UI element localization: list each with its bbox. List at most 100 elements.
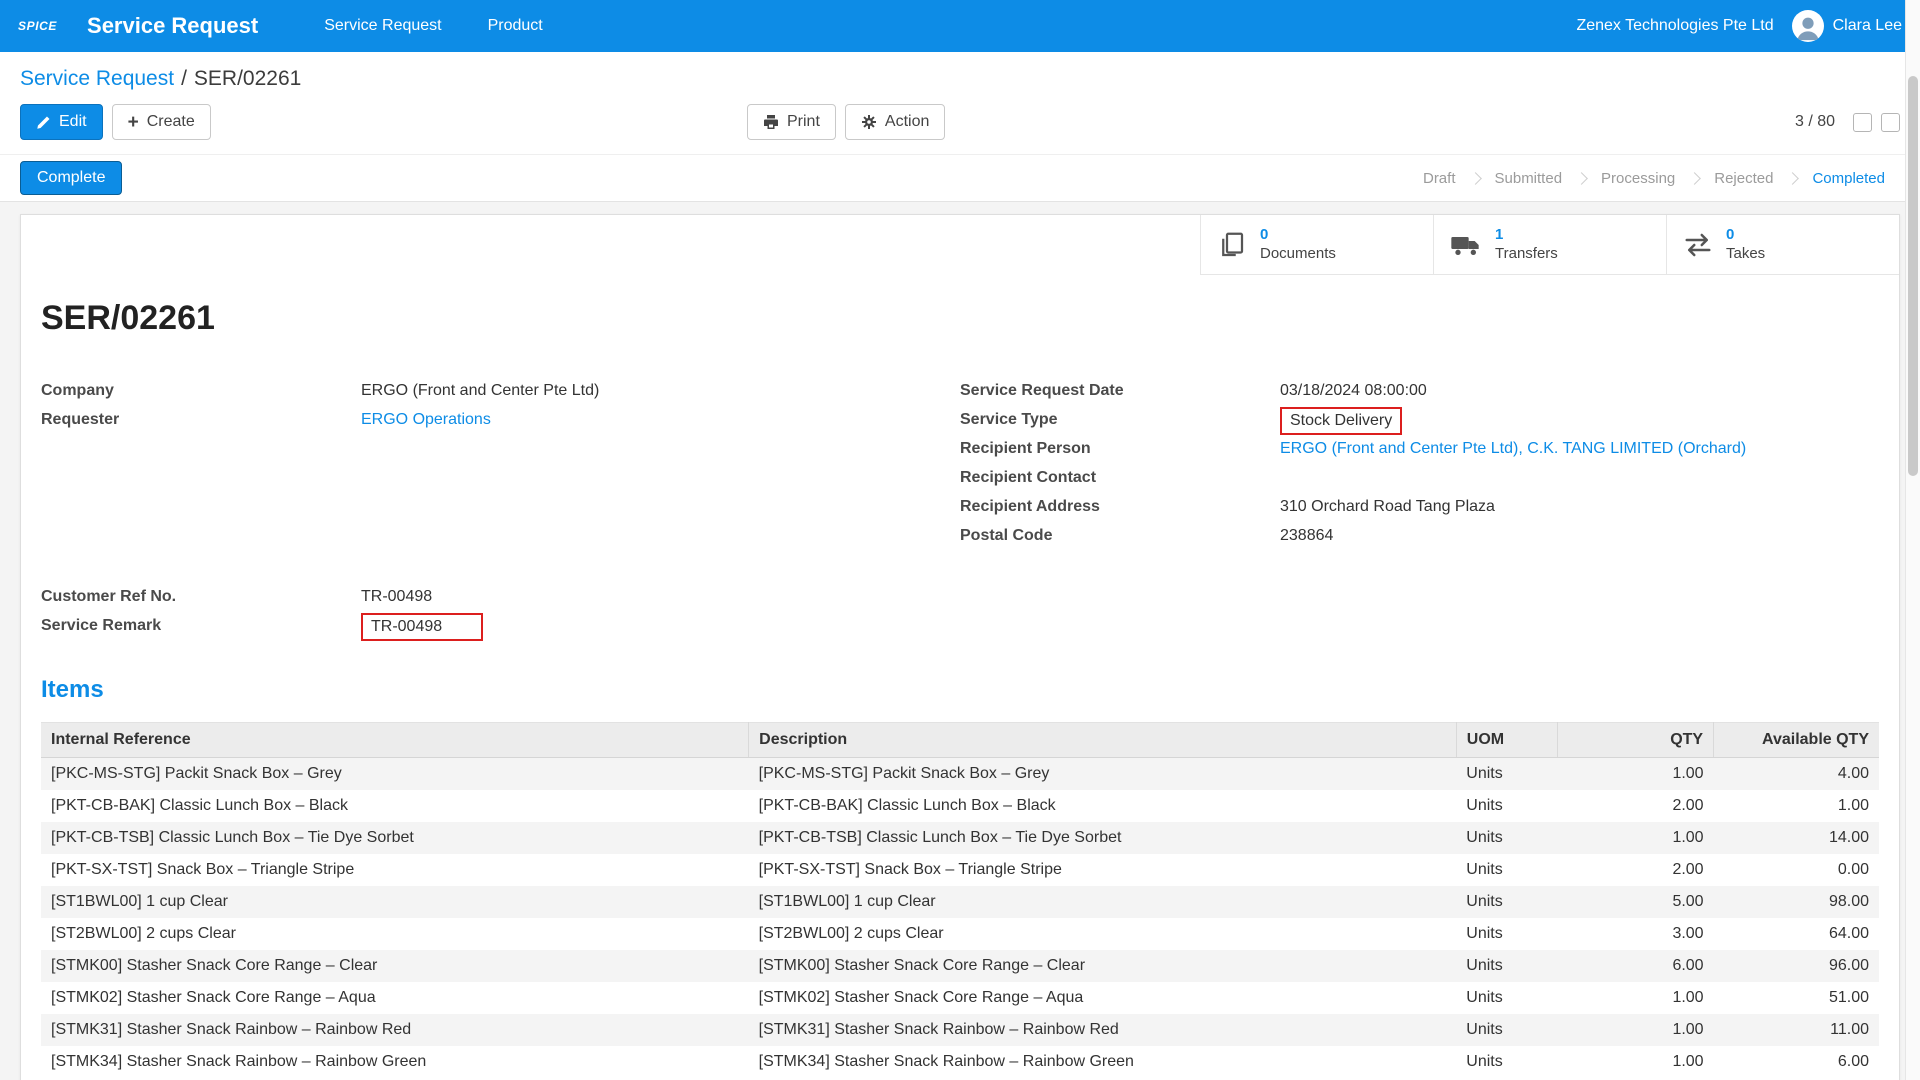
- transfers-stat-button[interactable]: 1 Transfers: [1433, 215, 1666, 275]
- requester-field-value[interactable]: ERGO Operations: [361, 411, 491, 429]
- pager-next-button[interactable]: [1881, 113, 1900, 132]
- app-logo[interactable]: SPICE: [18, 19, 57, 33]
- topbar-right: Zenex Technologies Pte Ltd Clara Lee: [1576, 10, 1902, 42]
- cell-uom: Units: [1456, 1046, 1557, 1078]
- takes-count: 0: [1726, 226, 1765, 245]
- table-row[interactable]: [PKT-SX-TST] Snack Box – Triangle Stripe…: [41, 854, 1879, 886]
- status-stages: Draft Submitted Processing Rejected Complete…: [1408, 170, 1900, 187]
- statusbar: Complete Draft Submitted Processing Rejecte…: [0, 154, 1920, 202]
- cell-uom: Units: [1456, 886, 1557, 918]
- cell-internal-reference: [STMK31] Stasher Snack Rainbow – Rainbow…: [41, 1014, 749, 1046]
- table-row[interactable]: [STMK34] Stasher Snack Rainbow – Rainbow…: [41, 1046, 1879, 1078]
- table-row[interactable]: [STMK02] Stasher Snack Core Range – Aqua…: [41, 982, 1879, 1014]
- table-header-row: Internal Reference Description UOM QTY A…: [41, 723, 1879, 758]
- cell-qty: 1.00: [1557, 982, 1713, 1014]
- action-button-label: Action: [885, 113, 929, 131]
- scrollbar-thumb[interactable]: [1908, 76, 1918, 476]
- recipient-person-field-value[interactable]: ERGO (Front and Center Pte Ltd), C.K. TA…: [1280, 440, 1746, 458]
- cell-description: [PKC-MS-STG] Packit Snack Box – Grey: [749, 758, 1457, 791]
- status-stage-rejected[interactable]: Rejected: [1699, 170, 1788, 187]
- breadcrumb-separator: /: [181, 67, 187, 90]
- column-header-available-qty[interactable]: Available QTY: [1714, 723, 1879, 758]
- field-grid: Company ERGO (Front and Center Pte Ltd) …: [41, 382, 1879, 646]
- cell-qty: 2.00: [1557, 790, 1713, 822]
- pager-count: 3 / 80: [1795, 113, 1835, 131]
- field-group-spacer: [41, 440, 960, 588]
- avatar: [1792, 10, 1824, 42]
- cell-available-qty: 4.00: [1714, 758, 1879, 791]
- cell-uom: Units: [1456, 950, 1557, 982]
- left-field-group: Company ERGO (Front and Center Pte Ltd) …: [41, 382, 960, 646]
- table-row[interactable]: [ST2BWL00] 2 cups Clear [ST2BWL00] 2 cup…: [41, 918, 1879, 950]
- cell-qty: 1.00: [1557, 1046, 1713, 1078]
- documents-stat-button[interactable]: 0 Documents: [1200, 215, 1433, 275]
- topbar: SPICE Service Request Service Request Pr…: [0, 0, 1920, 52]
- table-row[interactable]: [ST1BWL00] 1 cup Clear [ST1BWL00] 1 cup …: [41, 886, 1879, 918]
- top-menu: Service Request Product: [324, 17, 543, 35]
- right-field-group: Service Request Date 03/18/2024 08:00:00…: [960, 382, 1879, 646]
- cell-available-qty: 6.00: [1714, 1046, 1879, 1078]
- scrollbar[interactable]: [1905, 0, 1920, 1080]
- complete-button[interactable]: Complete: [20, 161, 122, 195]
- cell-uom: Units: [1456, 1014, 1557, 1046]
- table-row[interactable]: [PKT-CB-TSB] Classic Lunch Box – Tie Dye…: [41, 822, 1879, 854]
- cell-internal-reference: [STMK00] Stasher Snack Core Range – Clea…: [41, 950, 749, 982]
- cell-internal-reference: [ST1BWL00] 1 cup Clear: [41, 886, 749, 918]
- truck-icon: [1450, 229, 1482, 261]
- table-row[interactable]: [STMK00] Stasher Snack Core Range – Clea…: [41, 950, 1879, 982]
- center-button-group: Print Action: [747, 104, 945, 140]
- menu-item-service-request[interactable]: Service Request: [324, 17, 441, 35]
- print-button-label: Print: [787, 113, 820, 131]
- recipient-contact-field-label: Recipient Contact: [960, 469, 1280, 487]
- customer-ref-field-value: TR-00498: [361, 588, 432, 606]
- cell-uom: Units: [1456, 982, 1557, 1014]
- service-type-field-label: Service Type: [960, 411, 1280, 429]
- breadcrumb-link-service-request[interactable]: Service Request: [20, 67, 174, 90]
- column-header-qty[interactable]: QTY: [1557, 723, 1713, 758]
- cell-available-qty: 96.00: [1714, 950, 1879, 982]
- cell-qty: 5.00: [1557, 886, 1713, 918]
- company-name[interactable]: Zenex Technologies Pte Ltd: [1576, 17, 1773, 35]
- column-header-uom[interactable]: UOM: [1456, 723, 1557, 758]
- recipient-address-field-value: 310 Orchard Road Tang Plaza: [1280, 498, 1495, 516]
- column-header-description[interactable]: Description: [749, 723, 1457, 758]
- breadcrumb-current: SER/02261: [194, 67, 301, 90]
- items-table: Internal Reference Description UOM QTY A…: [41, 722, 1879, 1078]
- form-background: 0 Documents 1 Transfers: [0, 202, 1920, 1080]
- request-date-field-value: 03/18/2024 08:00:00: [1280, 382, 1427, 400]
- status-stage-submitted[interactable]: Submitted: [1480, 170, 1578, 187]
- edit-button-label: Edit: [59, 113, 87, 131]
- column-header-internal-reference[interactable]: Internal Reference: [41, 723, 749, 758]
- table-row[interactable]: [STMK31] Stasher Snack Rainbow – Rainbow…: [41, 1014, 1879, 1046]
- edit-button[interactable]: Edit: [20, 104, 103, 140]
- status-stage-draft[interactable]: Draft: [1408, 170, 1471, 187]
- menu-item-product[interactable]: Product: [488, 17, 543, 35]
- transfers-count: 1: [1495, 226, 1558, 245]
- requester-field-label: Requester: [41, 411, 361, 429]
- stat-button-row: 0 Documents 1 Transfers: [21, 215, 1899, 275]
- takes-stat-button[interactable]: 0 Takes: [1666, 215, 1899, 275]
- documents-label: Documents: [1260, 245, 1336, 264]
- cell-internal-reference: [PKT-CB-TSB] Classic Lunch Box – Tie Dye…: [41, 822, 749, 854]
- service-remark-highlight: TR-00498: [361, 613, 483, 641]
- cell-uom: Units: [1456, 790, 1557, 822]
- cell-qty: 2.00: [1557, 854, 1713, 886]
- action-button[interactable]: Action: [845, 104, 945, 140]
- documents-count: 0: [1260, 226, 1336, 245]
- form-sheet: 0 Documents 1 Transfers: [20, 214, 1900, 1080]
- table-row[interactable]: [PKC-MS-STG] Packit Snack Box – Grey [PK…: [41, 758, 1879, 791]
- status-stage-completed[interactable]: Completed: [1797, 170, 1900, 187]
- pager-prev-button[interactable]: [1853, 113, 1872, 132]
- print-button[interactable]: Print: [747, 104, 836, 140]
- record-title: SER/02261: [41, 299, 1879, 338]
- postal-code-field-value: 238864: [1280, 527, 1333, 545]
- create-button[interactable]: + Create: [112, 104, 211, 140]
- status-stage-processing[interactable]: Processing: [1586, 170, 1690, 187]
- postal-code-field-label: Postal Code: [960, 527, 1280, 545]
- cell-available-qty: 1.00: [1714, 790, 1879, 822]
- cell-description: [STMK31] Stasher Snack Rainbow – Rainbow…: [749, 1014, 1457, 1046]
- table-row[interactable]: [PKT-CB-BAK] Classic Lunch Box – Black […: [41, 790, 1879, 822]
- breadcrumb: Service Request / SER/02261: [0, 52, 1920, 96]
- cell-description: [ST1BWL00] 1 cup Clear: [749, 886, 1457, 918]
- user-menu[interactable]: Clara Lee: [1792, 10, 1902, 42]
